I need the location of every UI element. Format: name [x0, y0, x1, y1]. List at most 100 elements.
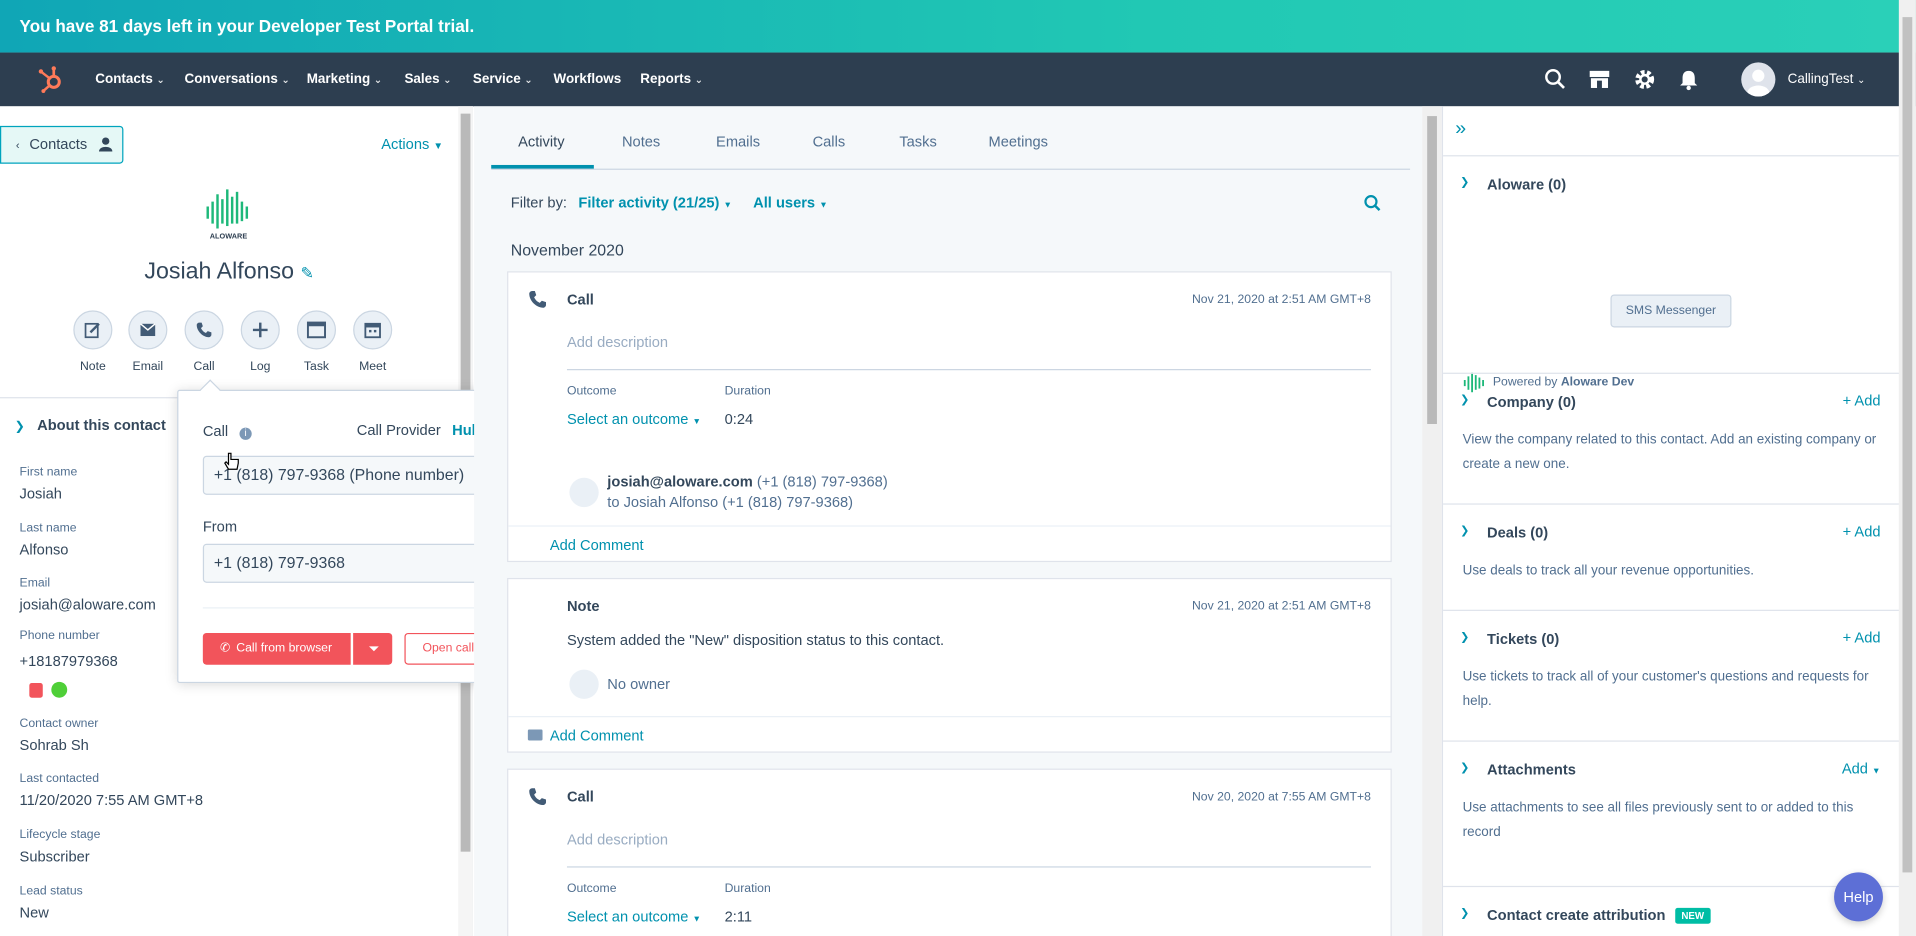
call-from-browser-button[interactable]: ✆ Call from browser [202, 632, 351, 665]
tab-activity[interactable]: Activity [518, 106, 564, 170]
gear-icon[interactable] [1632, 67, 1656, 91]
collapse-sidebar-icon[interactable]: » [1455, 119, 1466, 141]
edit-pencil-icon[interactable]: ✎ [301, 264, 314, 282]
field-first-name[interactable]: First name Josiah [20, 466, 78, 503]
quick-action-meet[interactable]: Meet [352, 310, 394, 374]
contact-card-icon[interactable] [29, 683, 43, 698]
section-title[interactable]: Company (0) [1487, 393, 1576, 410]
back-to-contacts-button[interactable]: ‹ Contacts [0, 125, 124, 164]
avatar[interactable] [1741, 62, 1776, 97]
call-to-line: to Josiah Alfonso (+1 (818) 797-9368) [607, 493, 854, 511]
field-last-contacted[interactable]: Last contacted 11/20/2020 7:55 AM GMT+8 [20, 772, 204, 809]
field-lead-status[interactable]: Lead status New [20, 885, 83, 922]
field-lifecycle-stage[interactable]: Lifecycle stage Subscriber [20, 828, 101, 865]
section-title[interactable]: Contact create attribution NEW [1487, 907, 1711, 925]
filter-users-dropdown[interactable]: All users ▼ [753, 194, 828, 211]
nav-sales[interactable]: Sales ⌄ [404, 53, 451, 107]
field-contact-owner[interactable]: Contact owner Sohrab Sh [20, 717, 99, 754]
chevron-down-icon[interactable]: ❯ [1460, 907, 1469, 920]
nav-marketing[interactable]: Marketing ⌄ [307, 53, 382, 107]
active-tab-indicator [491, 164, 594, 169]
filter-bar: Filter by: Filter activity (21/25) ▼ All… [510, 194, 828, 212]
add-attachment-dropdown[interactable]: Add ▼ [1842, 760, 1881, 777]
task-icon [306, 321, 327, 339]
filter-activity-dropdown[interactable]: Filter activity (21/25) ▼ [578, 194, 732, 211]
section-title[interactable]: Deals (0) [1487, 524, 1548, 541]
activity-card-note: Note Nov 21, 2020 at 2:51 AM GMT+8 Syste… [507, 577, 1392, 753]
associations-sidebar: » ❯ Aloware (0) SMS Messenger Powered by… [1441, 106, 1901, 936]
nav-conversations[interactable]: Conversations ⌄ [185, 53, 290, 107]
about-contact-header[interactable]: ❯ About this contact [15, 417, 166, 434]
timeline-scrollbar[interactable] [1422, 106, 1442, 936]
phone-icon: ✆ [219, 641, 231, 655]
tab-calls[interactable]: Calls [813, 106, 846, 170]
page-scrollbar[interactable] [1898, 0, 1916, 936]
actions-dropdown[interactable]: Actions ▼ [381, 136, 443, 153]
nav-service[interactable]: Service ⌄ [473, 53, 533, 107]
tab-tasks[interactable]: Tasks [899, 106, 936, 170]
card-date: Nov 20, 2020 at 7:55 AM GMT+8 [1191, 790, 1371, 805]
description-input[interactable]: Add description [567, 334, 668, 351]
call-options-dropdown[interactable] [353, 632, 393, 665]
section-company: ❯ Company (0) + Add View the company rel… [1443, 372, 1901, 504]
avatar [569, 477, 599, 508]
whatsapp-icon[interactable] [51, 681, 68, 698]
bell-icon[interactable] [1676, 67, 1700, 91]
card-date: Nov 21, 2020 at 2:51 AM GMT+8 [1191, 599, 1371, 614]
section-description: Use tickets to track all of your custome… [1462, 669, 1869, 709]
calendar-icon [364, 322, 381, 339]
hubspot-sprocket-icon[interactable] [37, 65, 66, 94]
section-tickets: ❯ Tickets (0) + Add Use tickets to track… [1443, 609, 1901, 741]
quick-action-call[interactable]: Call [183, 310, 225, 374]
marketplace-icon[interactable] [1587, 67, 1611, 91]
section-deals: ❯ Deals (0) + Add Use deals to track all… [1443, 503, 1901, 609]
phone-icon [529, 290, 547, 308]
add-ticket-button[interactable]: + Add [1843, 629, 1881, 646]
plus-icon [252, 322, 268, 338]
nav-reports[interactable]: Reports ⌄ [640, 53, 703, 107]
field-email[interactable]: Email josiah@aloware.com [20, 577, 156, 614]
sms-messenger-button[interactable]: SMS Messenger [1610, 294, 1732, 328]
chevron-down-icon[interactable]: ❯ [1460, 176, 1469, 189]
chevron-down-icon[interactable]: ❯ [1460, 393, 1469, 406]
nav-workflows[interactable]: Workflows [554, 53, 622, 107]
help-button[interactable]: Help [1834, 872, 1883, 922]
field-last-name[interactable]: Last name Alfonso [20, 522, 77, 559]
outcome-label: Outcome [566, 384, 617, 399]
section-title[interactable]: Aloware (0) [1487, 176, 1566, 193]
duration-label: Duration [724, 384, 771, 399]
card-type: Note [566, 597, 600, 615]
note-body: System added the "New" disposition statu… [566, 631, 945, 649]
quick-action-log[interactable]: Log [239, 310, 281, 374]
quick-action-note[interactable]: Note [72, 310, 114, 374]
add-company-button[interactable]: + Add [1843, 392, 1881, 409]
add-comment-row[interactable]: Add Comment [508, 716, 1391, 753]
quick-action-email[interactable]: Email [127, 310, 169, 374]
section-description: Use attachments to see all files previou… [1462, 800, 1854, 840]
add-deal-button[interactable]: + Add [1843, 523, 1881, 540]
description-input[interactable]: Add description [567, 831, 668, 848]
tab-notes[interactable]: Notes [622, 106, 660, 170]
tab-emails[interactable]: Emails [716, 106, 760, 170]
chevron-down-icon[interactable]: ❯ [1460, 631, 1469, 644]
note-owner: No owner [607, 675, 671, 693]
add-comment-row[interactable]: Add Comment [508, 525, 1391, 562]
quick-action-task[interactable]: Task [296, 310, 338, 374]
search-icon[interactable] [1364, 194, 1381, 212]
section-title[interactable]: Tickets (0) [1487, 631, 1559, 648]
activity-card-call: Call Nov 21, 2020 at 2:51 AM GMT+8 Add d… [507, 271, 1392, 563]
top-navigation: Contacts ⌄ Conversations ⌄ Marketing ⌄ Sale… [0, 52, 1916, 108]
tab-meetings[interactable]: Meetings [989, 106, 1049, 170]
field-phone[interactable]: Phone number +18187979368 [20, 629, 118, 669]
outcome-dropdown[interactable]: Select an outcome ▼ [567, 908, 701, 925]
chevron-down-icon[interactable]: ❯ [1460, 524, 1469, 537]
card-type: Call [566, 788, 594, 806]
nav-contacts[interactable]: Contacts ⌄ [95, 53, 164, 107]
section-title[interactable]: Attachments [1487, 761, 1576, 778]
chevron-down-icon[interactable]: ❯ [1460, 761, 1469, 774]
month-header: November 2020 [510, 240, 624, 260]
search-icon[interactable] [1543, 67, 1567, 91]
user-menu[interactable]: CallingTest ⌄ [1788, 53, 1866, 108]
info-icon[interactable]: i [239, 427, 252, 440]
outcome-dropdown[interactable]: Select an outcome ▼ [567, 411, 701, 428]
